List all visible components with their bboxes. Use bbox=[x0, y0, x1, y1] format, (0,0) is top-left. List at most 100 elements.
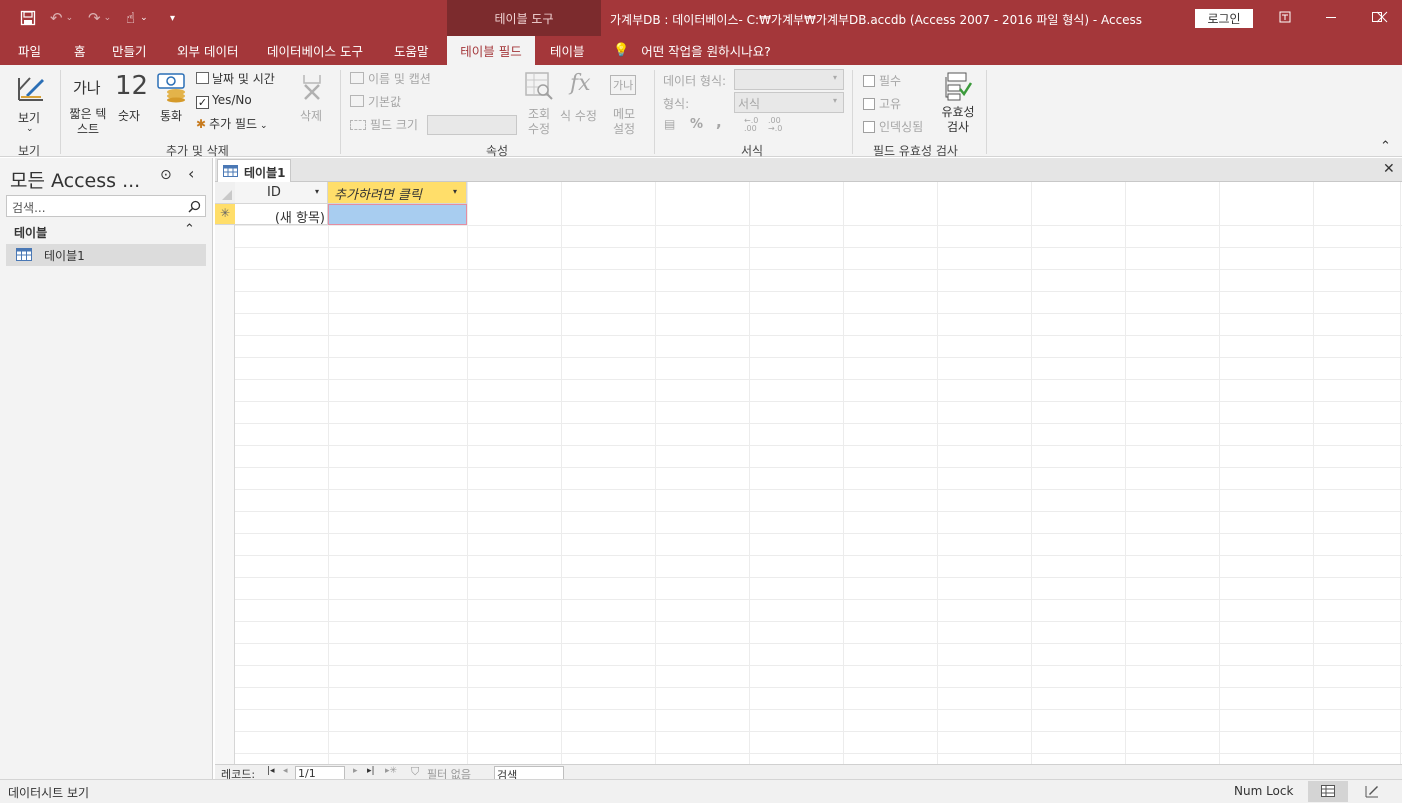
tab-help[interactable]: 도움말 bbox=[394, 36, 429, 65]
data-type-label: 데이터 형식: bbox=[663, 74, 727, 88]
filter-icon: ⛉ bbox=[411, 765, 420, 778]
navigation-pane: 모든 Access ... ⊙ ‹ 검색... 테이블 ⌃ 테이블1 bbox=[0, 158, 213, 779]
title-bar: ↶ ⌄ ↷ ⌄ ☝ ⌄ ▾ 테이블 도구 가계부DB : 데이터베이스- C:₩가계부… bbox=[0, 0, 1402, 36]
select-all-corner[interactable] bbox=[215, 182, 235, 204]
login-button[interactable]: 로그인 bbox=[1195, 9, 1253, 28]
memo-settings-button[interactable]: 가나 메모 설정 bbox=[606, 71, 646, 137]
nav-section-tables[interactable]: 테이블 bbox=[14, 224, 47, 241]
date-time-button[interactable]: 날짜 및 시간 bbox=[196, 70, 288, 88]
modify-expression-button[interactable]: fx 식 수정 bbox=[560, 71, 602, 131]
tab-external-data[interactable]: 외부 데이터 bbox=[177, 36, 238, 65]
format-select[interactable]: 서식 ▾ bbox=[734, 92, 844, 113]
percent-icon[interactable]: % bbox=[690, 117, 703, 132]
corner-triangle-icon bbox=[222, 190, 232, 200]
currency-button[interactable]: 통화 bbox=[152, 69, 192, 129]
number-icon: 12 bbox=[115, 71, 149, 101]
indexed-checkbox[interactable]: 인덱싱됨 bbox=[863, 118, 923, 135]
format-label: 형식: bbox=[663, 97, 690, 111]
cell-id-new[interactable]: (새 항목) bbox=[235, 204, 328, 226]
tab-create[interactable]: 만들기 bbox=[112, 36, 147, 65]
collapse-pane-icon[interactable]: ‹ bbox=[188, 164, 194, 183]
tell-me-box[interactable]: 💡 어떤 작업을 원하시나요? bbox=[613, 36, 771, 65]
decrease-decimals-icon[interactable]: .00 →.0 bbox=[768, 117, 782, 133]
tab-table[interactable]: 테이블 bbox=[550, 36, 585, 65]
validation-button[interactable]: 유효성 검사 bbox=[934, 69, 980, 139]
document-tab-table1[interactable]: 테이블1 bbox=[217, 159, 291, 182]
redo-icon[interactable]: ↷ ⌄ bbox=[88, 0, 111, 36]
more-fields-button[interactable]: ✱ 추가 필드 ⌄ bbox=[196, 115, 286, 133]
datasheet: ID ▾ 추가하려면 클릭 ▾ ✳ (새 항목) bbox=[215, 182, 1402, 764]
tell-me-text: 어떤 작업을 원하시나요? bbox=[641, 44, 771, 59]
checkbox-icon bbox=[863, 75, 875, 87]
table-icon bbox=[16, 248, 32, 261]
design-view-icon bbox=[1365, 786, 1378, 798]
short-text-icon: 가나 bbox=[73, 79, 101, 97]
next-record-icon[interactable]: ▸ bbox=[353, 766, 358, 776]
nav-menu-icon[interactable]: ⊙ bbox=[160, 167, 172, 183]
divider bbox=[340, 70, 341, 154]
dropdown-arrow-icon: ▾ bbox=[832, 96, 837, 105]
column-header-id[interactable]: ID ▾ bbox=[235, 182, 328, 204]
close-document-icon[interactable]: ✕ bbox=[1383, 161, 1395, 177]
field-size-label: 필드 크기 bbox=[370, 118, 418, 132]
tab-file[interactable]: 파일 bbox=[18, 36, 41, 65]
field-size-label-wrap: 필드 크기 bbox=[350, 116, 426, 134]
column-dropdown-icon[interactable]: ▾ bbox=[453, 187, 457, 196]
last-record-icon[interactable]: ▸| bbox=[367, 766, 375, 776]
data-type-select[interactable]: ▾ bbox=[734, 69, 844, 90]
yes-no-label: Yes/No bbox=[212, 93, 252, 107]
field-size-input[interactable] bbox=[427, 115, 517, 135]
tab-table-fields[interactable]: 테이블 필드 bbox=[447, 36, 535, 65]
new-record-icon: ✳ bbox=[220, 206, 231, 220]
increase-decimals-icon[interactable]: ←.0.00 bbox=[744, 117, 758, 133]
yes-no-button[interactable]: ✓ Yes/No bbox=[196, 93, 276, 111]
currency-format-icon[interactable]: ▤ bbox=[664, 117, 675, 131]
nav-search-input[interactable]: 검색... bbox=[6, 195, 206, 217]
new-record-nav-icon[interactable]: ▸✳ bbox=[385, 766, 397, 776]
collapse-ribbon-icon[interactable]: ⌃ bbox=[1380, 139, 1391, 154]
unique-checkbox[interactable]: 고유 bbox=[863, 95, 901, 112]
search-icon bbox=[188, 200, 201, 213]
design-view-button[interactable] bbox=[1352, 781, 1392, 802]
required-label: 필수 bbox=[879, 74, 902, 88]
touch-mode-icon[interactable]: ☝ ⌄ bbox=[126, 0, 148, 36]
memo-icon: 가나 bbox=[610, 75, 637, 95]
nav-title[interactable]: 모든 Access ... bbox=[10, 166, 140, 193]
short-text-button[interactable]: 가나 짧은 텍스트 bbox=[66, 71, 110, 137]
datasheet-view-button[interactable] bbox=[1308, 781, 1348, 802]
chevron-down-icon: ⌄ bbox=[260, 121, 268, 131]
view-button[interactable]: 보기 ⌄ bbox=[8, 69, 52, 135]
ribbon-tab-bar: 파일 홈 만들기 외부 데이터 데이터베이스 도구 도움말 테이블 필드 테이블… bbox=[0, 36, 1402, 65]
modify-expression-label: 식 수정 bbox=[560, 109, 597, 123]
table-icon bbox=[223, 165, 238, 177]
more-fields-icon: ✱ bbox=[196, 117, 207, 131]
new-record-selector[interactable]: ✳ bbox=[215, 204, 235, 225]
undo-icon[interactable]: ↶ ⌄ bbox=[50, 0, 73, 36]
name-caption-button[interactable]: 이름 및 캡션 bbox=[350, 70, 450, 88]
dropdown-arrow-icon: ▾ bbox=[832, 73, 837, 82]
save-icon[interactable] bbox=[20, 0, 36, 36]
modify-lookups-button[interactable]: 조회 수정 bbox=[522, 71, 556, 137]
number-button[interactable]: 12 숫자 bbox=[112, 71, 148, 131]
customize-qat-icon[interactable]: ▾ bbox=[170, 0, 175, 36]
nav-item-table1[interactable]: 테이블1 bbox=[6, 244, 206, 266]
required-checkbox[interactable]: 필수 bbox=[863, 72, 901, 89]
prev-record-icon[interactable]: ◂ bbox=[283, 766, 288, 776]
tab-database-tools[interactable]: 데이터베이스 도구 bbox=[267, 36, 363, 65]
default-value-button[interactable]: 기본값 bbox=[350, 93, 430, 111]
column-dropdown-icon[interactable]: ▾ bbox=[315, 187, 319, 196]
validation-label: 유효성 검사 bbox=[941, 105, 975, 134]
delete-field-button[interactable]: 삭제 bbox=[294, 71, 330, 131]
chevron-up-icon[interactable]: ⌃ bbox=[184, 222, 195, 237]
lightbulb-icon: 💡 bbox=[613, 43, 630, 58]
ribbon-display-icon[interactable] bbox=[1262, 0, 1308, 34]
close-icon[interactable] bbox=[1362, 0, 1402, 34]
first-record-icon[interactable]: |◂ bbox=[267, 766, 275, 776]
new-row-label: (새 항목) bbox=[274, 211, 325, 226]
cell-add-new-selected[interactable] bbox=[328, 204, 467, 225]
ribbon: 보기 ⌄ 보기 가나 짧은 텍스트 12 숫자 통화 날짜 및 시간 ✓ Yes/… bbox=[0, 65, 1402, 158]
minimize-icon[interactable] bbox=[1308, 0, 1354, 34]
comma-icon[interactable]: , bbox=[716, 113, 722, 131]
tab-home[interactable]: 홈 bbox=[74, 36, 86, 65]
column-header-add[interactable]: 추가하려면 클릭 ▾ bbox=[328, 182, 467, 204]
